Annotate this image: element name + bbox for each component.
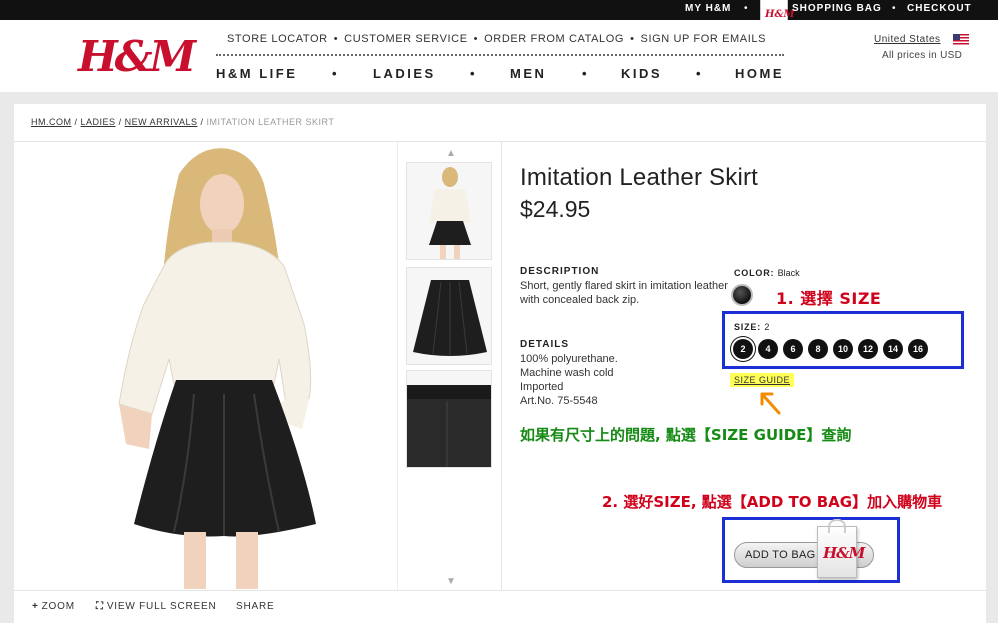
thumbnail-scroll-down-icon[interactable]: ▼ <box>446 576 456 587</box>
sign-up-emails-link[interactable]: SIGN UP FOR EMAILS <box>641 33 767 45</box>
breadcrumb-new-arrivals[interactable]: NEW ARRIVALS <box>125 117 198 127</box>
thumbnail-model[interactable] <box>406 162 492 260</box>
product-price: $24.95 <box>520 196 591 222</box>
details-label: DETAILS <box>520 339 570 350</box>
size-label-text: SIZE: <box>734 322 762 332</box>
breadcrumb-separator: / <box>200 117 204 127</box>
breadcrumb-separator: / <box>118 117 122 127</box>
checkout-link[interactable]: CHECKOUT <box>907 3 972 14</box>
top-bar: MY H&M • H&M SHOPPING BAG • CHECKOUT <box>0 0 998 28</box>
us-flag-icon[interactable] <box>953 34 969 45</box>
link-separator: • <box>630 33 635 45</box>
size-option-6[interactable]: 6 <box>783 339 803 359</box>
link-separator: • <box>333 33 339 45</box>
size-option-16[interactable]: 16 <box>908 339 928 359</box>
thumbnail-skirt-detail[interactable] <box>406 370 492 468</box>
details-list: 100% polyurethane. Machine wash cold Imp… <box>520 352 710 408</box>
size-option-2[interactable]: 2 <box>733 339 753 359</box>
separator-dot: • <box>744 3 748 14</box>
color-value: Black <box>777 268 800 278</box>
thumbnail-skirt-front[interactable] <box>406 267 492 365</box>
customer-service-link[interactable]: CUSTOMER SERVICE <box>344 33 468 45</box>
zoom-button[interactable]: + ZOOM <box>32 601 75 612</box>
size-guide-link[interactable]: SIZE GUIDE <box>730 373 795 387</box>
nav-separator: • <box>696 66 704 81</box>
size-option-10[interactable]: 10 <box>833 339 853 359</box>
annotation-size-help: 如果有尺寸上的問題, 點選【SIZE GUIDE】查詢 <box>520 426 852 444</box>
size-option-14[interactable]: 14 <box>883 339 903 359</box>
color-swatch-black[interactable] <box>731 284 753 306</box>
nav-separator: • <box>332 66 340 81</box>
details-item: 100% polyurethane. <box>520 353 618 365</box>
arrow-pointer-icon <box>760 392 781 415</box>
breadcrumb: HM.COM / LADIES / NEW ARRIVALS / IMITATI… <box>31 117 334 127</box>
order-from-catalog-link[interactable]: ORDER FROM CATALOG <box>484 33 624 45</box>
divider <box>501 142 502 590</box>
description-label: DESCRIPTION <box>520 266 600 277</box>
details-item: Machine wash cold <box>520 367 614 379</box>
shopping-bag-icon[interactable]: H&M <box>817 519 865 578</box>
breadcrumb-home[interactable]: HM.COM <box>31 117 72 127</box>
details-item: Imported <box>520 381 564 393</box>
size-option-4[interactable]: 4 <box>758 339 778 359</box>
nav-hm-life[interactable]: H&M LIFE <box>216 66 297 81</box>
size-option-12[interactable]: 12 <box>858 339 878 359</box>
my-hm-link[interactable]: MY H&M <box>685 3 731 14</box>
expand-icon: ⛶ <box>96 601 104 612</box>
product-main-image[interactable] <box>104 144 344 589</box>
country-selector[interactable]: United States <box>874 34 941 45</box>
site-header: H&M STORE LOCATOR • CUSTOMER SERVICE • ORDER… <box>0 20 998 92</box>
thumbnail-model-image <box>429 167 471 259</box>
shopping-bag-link[interactable]: SHOPPING BAG <box>792 3 882 14</box>
size-options: 2 4 6 8 10 12 14 16 <box>733 339 928 359</box>
separator-dot: • <box>892 3 896 14</box>
nav-ladies[interactable]: LADIES <box>373 66 436 81</box>
description-text: Short, gently flared skirt in imitation … <box>520 280 728 306</box>
bag-logo-text: H&M <box>765 9 795 20</box>
utility-links: STORE LOCATOR • CUSTOMER SERVICE • ORDER FRO… <box>227 33 766 45</box>
store-locator-link[interactable]: STORE LOCATOR <box>227 33 328 45</box>
color-label-text: COLOR: <box>734 268 775 278</box>
product-panel: HM.COM / LADIES / NEW ARRIVALS / IMITATI… <box>14 104 986 623</box>
details-item: Art.No. 75-5548 <box>520 395 598 407</box>
divider <box>14 141 986 142</box>
link-separator: • <box>473 33 479 45</box>
bag-handle <box>828 519 846 533</box>
full-screen-label: VIEW FULL SCREEN <box>106 601 217 612</box>
size-option-8[interactable]: 8 <box>808 339 828 359</box>
thumbnail-skirt-image <box>413 280 487 356</box>
dotted-divider <box>216 54 784 56</box>
size-label: SIZE: 2 <box>734 322 770 332</box>
share-button[interactable]: SHARE <box>236 601 274 612</box>
thumbnail-detail-image <box>407 385 491 467</box>
nav-home[interactable]: HOME <box>735 66 784 81</box>
zoom-label: ZOOM <box>41 601 75 612</box>
nav-separator: • <box>582 66 590 81</box>
divider <box>14 590 986 591</box>
currency-note: All prices in USD <box>882 50 963 61</box>
breadcrumb-separator: / <box>74 117 78 127</box>
divider <box>397 142 398 590</box>
annotation-step2: 2. 選好SIZE, 點選【ADD TO BAG】加入購物車 <box>602 493 943 511</box>
annotation-step1: 1. 選擇 SIZE <box>776 289 882 308</box>
hm-logo[interactable]: H&M <box>78 32 196 81</box>
color-label: COLOR: Black <box>734 268 800 278</box>
nav-kids[interactable]: KIDS <box>621 66 662 81</box>
nav-separator: • <box>470 66 478 81</box>
breadcrumb-current: IMITATION LEATHER SKIRT <box>206 117 335 127</box>
size-value: 2 <box>764 322 771 332</box>
breadcrumb-ladies[interactable]: LADIES <box>81 117 116 127</box>
full-screen-button[interactable]: ⛶ VIEW FULL SCREEN <box>96 601 216 612</box>
bag-logo-text: H&M <box>823 544 865 562</box>
plus-icon: + <box>32 601 39 612</box>
nav-men[interactable]: MEN <box>510 66 546 81</box>
product-title: Imitation Leather Skirt <box>520 164 759 191</box>
thumbnail-scroll-up-icon[interactable]: ▲ <box>446 148 456 159</box>
